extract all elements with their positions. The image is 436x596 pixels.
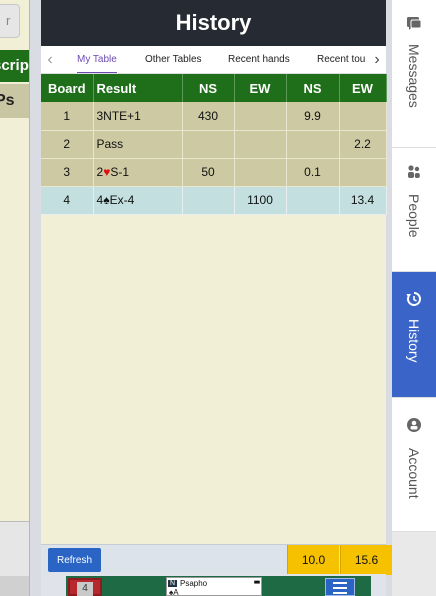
table-row[interactable]: 3 2♥S-1 50 0.1 [41,158,387,187]
history-icon [406,292,421,306]
table-row[interactable]: 2 Pass 2.2 [41,130,387,159]
result-cell: 4♠Ex-4 [93,186,183,215]
contract-declarer: S-1 [110,165,129,179]
board-cell: 1 [41,102,94,131]
sidebar-item-history[interactable]: History [392,272,436,398]
ew-mp-cell [339,158,387,187]
ew-mp-cell: 13.4 [339,186,387,215]
board-cell: 2 [41,130,94,159]
result-cell: 2♥S-1 [93,158,183,187]
panel-title: History [41,0,386,46]
sidebar-item-label: People [406,194,422,238]
table-row[interactable]: 1 3NTE+1 430 9.9 [41,102,387,131]
sidebar-item-messages[interactable]: Messages [392,0,436,148]
tabs-scroll-right-icon[interactable]: › [368,46,386,73]
col-ns-score[interactable]: NS [182,74,235,102]
menu-icon[interactable] [325,578,355,596]
ew-mp-cell: 2.2 [339,130,387,159]
history-table: Board Result NS EW NS EW 1 3NTE+1 430 9.… [41,74,387,215]
ns-score-cell: 50 [182,158,235,187]
history-footer: Refresh 10.0 15.6 [41,544,392,575]
ns-mp-cell [286,186,340,215]
contract-declarer: Ex-4 [109,193,135,207]
ns-mp-cell: 9.9 [286,102,340,131]
left-panel-input[interactable]: r [0,4,20,38]
col-ew-mp[interactable]: EW [339,74,387,102]
ew-score-cell [234,102,287,131]
people-icon [408,165,420,178]
tabs-scroll-left-icon[interactable]: ‹ [41,46,59,73]
history-panel: History ‹ My Table Other Tables Recent h… [41,0,392,596]
result-cell: Pass [93,130,183,159]
board-cell: 4 [41,186,94,215]
col-ew-score[interactable]: EW [234,74,287,102]
ns-mp-cell [286,130,340,159]
tab-recent-tourneys[interactable]: Recent tou [317,46,365,73]
left-panel-tab[interactable]: Ps [0,84,29,118]
board-number-label: 4 [77,582,93,596]
left-panel-footer-lower [0,576,29,596]
sidebar-empty-area [392,532,436,596]
sidebar-item-label: History [406,319,422,363]
sidebar-item-label: Account [406,448,422,499]
history-tabs: ‹ My Table Other Tables Recent hands Rec… [41,46,386,74]
left-panel-strip: r script Ps [0,0,30,596]
player-name: Psapho [180,579,208,588]
messages-icon [407,17,422,30]
account-icon [407,418,421,432]
board-number-card[interactable]: 4 [68,578,102,596]
left-panel-footer [0,521,29,576]
ew-score-cell [234,130,287,159]
col-board[interactable]: Board [41,74,94,102]
board-cell: 3 [41,158,94,187]
sidebar-item-label: Messages [406,44,422,108]
total-ew-mp: 15.6 [340,545,392,575]
ns-score-cell [182,130,235,159]
result-cell: 3NTE+1 [93,102,183,131]
game-table-preview: 4 N Psapho ♠A ■■ [41,574,386,596]
table-row-selected[interactable]: 4 4♠Ex-4 1100 13.4 [41,186,387,215]
ns-score-cell: 430 [182,102,235,131]
refresh-button[interactable]: Refresh [48,548,101,572]
total-ns-mp: 10.0 [287,545,339,575]
col-result[interactable]: Result [93,74,183,102]
tab-my-table[interactable]: My Table [77,46,117,73]
col-ns-mp[interactable]: NS [286,74,340,102]
played-card: ♠A [169,588,179,596]
ew-score-cell: 1100 [234,186,287,215]
ew-score-cell [234,158,287,187]
tab-other-tables[interactable]: Other Tables [145,46,202,73]
sidebar-item-account[interactable]: Account [392,398,436,532]
status-marks: ■■ [253,580,260,586]
table-header-row: Board Result NS EW NS EW [41,74,387,102]
seat-badge: N [168,580,178,587]
sidebar-item-people[interactable]: People [392,148,436,272]
ns-mp-cell: 0.1 [286,158,340,187]
tab-recent-hands[interactable]: Recent hands [228,46,290,73]
ew-mp-cell [339,102,387,131]
ns-score-cell [182,186,235,215]
right-sidebar: Messages People History Account [392,0,436,596]
left-panel-header: script [0,50,29,82]
north-player-box: N Psapho ♠A ■■ [166,577,262,596]
